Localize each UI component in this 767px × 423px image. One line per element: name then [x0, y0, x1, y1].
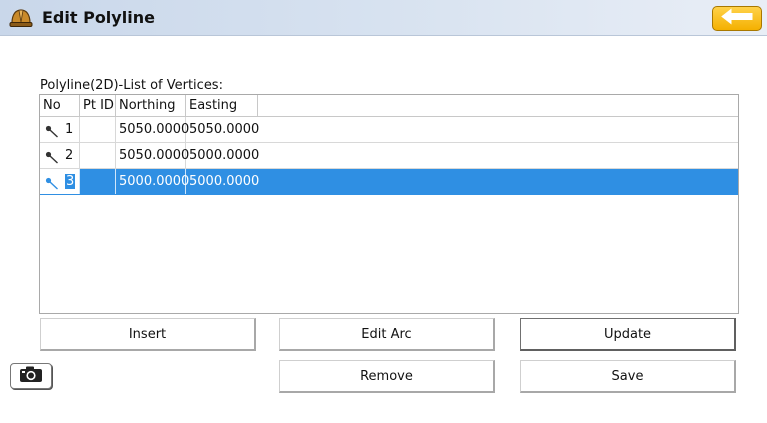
vertex-number: 3 [65, 174, 76, 189]
vertex-pin-icon [45, 149, 59, 164]
vertex-easting: 5050.0000 [189, 122, 260, 137]
table-row[interactable]: 1 5050.0000 5050.0000 [40, 117, 738, 143]
column-header-northing[interactable]: Northing [116, 95, 186, 116]
camera-icon [19, 365, 43, 387]
column-header-no[interactable]: No [40, 95, 80, 116]
vertex-list-caption: Polyline(2D)-List of Vertices: [40, 78, 223, 93]
camera-button[interactable] [10, 363, 52, 389]
vertex-pin-icon [45, 175, 59, 190]
vertex-pin-icon [45, 123, 59, 138]
save-button[interactable]: Save [520, 360, 736, 393]
vertex-northing: 5050.0000 [116, 143, 189, 168]
vertex-pt-id [80, 143, 116, 168]
vertex-number: 1 [65, 122, 74, 137]
table-row[interactable]: 2 5050.0000 5000.0000 [40, 143, 738, 169]
insert-button[interactable]: Insert [40, 318, 256, 351]
column-header-easting[interactable]: Easting [186, 95, 258, 116]
update-button[interactable]: Update [520, 318, 736, 351]
back-arrow-icon [720, 8, 754, 29]
table-header: No Pt ID Northing Easting [40, 95, 738, 117]
table-row-selected[interactable]: 3 5000.0000 5000.0000 [40, 169, 738, 195]
vertex-easting: 5000.0000 [189, 148, 260, 163]
vertex-easting: 5000.0000 [189, 174, 260, 189]
vertex-pt-id [80, 169, 116, 194]
edit-arc-button[interactable]: Edit Arc [279, 318, 495, 351]
window-title: Edit Polyline [42, 8, 155, 27]
vertex-table[interactable]: No Pt ID Northing Easting 1 5050.0000 50… [39, 94, 739, 314]
column-header-pt-id[interactable]: Pt ID [80, 95, 116, 116]
remove-button[interactable]: Remove [279, 360, 495, 393]
vertex-northing: 5050.0000 [116, 117, 189, 142]
vertex-pt-id [80, 117, 116, 142]
vertex-northing: 5000.0000 [116, 169, 189, 194]
vertex-number: 2 [65, 148, 74, 163]
hard-hat-icon [9, 8, 33, 28]
back-button[interactable] [712, 6, 762, 31]
title-bar: Edit Polyline [0, 0, 767, 36]
